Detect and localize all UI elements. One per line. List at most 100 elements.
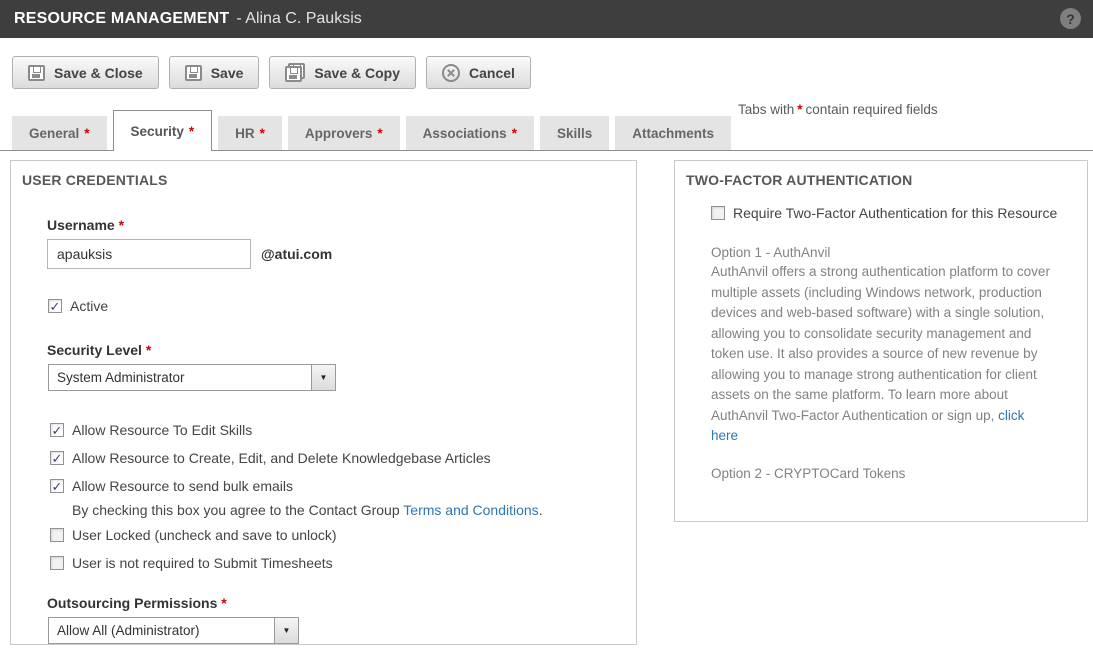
- tab-label: Approvers: [305, 126, 373, 141]
- option1-body-text: AuthAnvil offers a strong authentication…: [711, 264, 1050, 423]
- bulk-emails-label: Allow Resource to send bulk emails: [72, 477, 293, 496]
- required-asterisk: *: [119, 217, 124, 233]
- active-checkbox[interactable]: ✓: [48, 299, 62, 313]
- terms-note: By checking this box you agree to the Co…: [72, 502, 636, 518]
- save-and-close-label: Save & Close: [54, 65, 143, 81]
- checkmark-icon: ✓: [50, 300, 61, 313]
- edit-skills-label: Allow Resource To Edit Skills: [72, 421, 252, 440]
- chevron-down-icon: ▼: [320, 373, 328, 382]
- knowledgebase-label: Allow Resource to Create, Edit, and Dele…: [72, 449, 491, 468]
- option1-title: Option 1 - AuthAnvil: [711, 245, 1057, 260]
- save-and-copy-label: Save & Copy: [314, 65, 400, 81]
- user-credentials-panel: USER CREDENTIALS Username * @atui.com ✓ …: [10, 160, 637, 645]
- permissions-checkbox-group: ✓ Allow Resource To Edit Skills ✓ Allow …: [50, 421, 636, 573]
- username-label-text: Username: [47, 217, 115, 233]
- tab-general[interactable]: General *: [12, 116, 107, 151]
- email-domain-suffix: @atui.com: [261, 246, 332, 262]
- username-label: Username *: [47, 217, 636, 233]
- save-label: Save: [211, 65, 244, 81]
- chevron-down-icon: ▼: [283, 626, 291, 635]
- require-2fa-checkbox[interactable]: ✓: [711, 206, 725, 220]
- tab-associations[interactable]: Associations *: [406, 116, 534, 151]
- active-checkbox-row: ✓ Active: [48, 297, 636, 316]
- knowledgebase-checkbox-row: ✓ Allow Resource to Create, Edit, and De…: [50, 449, 636, 468]
- username-input[interactable]: [47, 239, 251, 269]
- outsourcing-label-text: Outsourcing Permissions: [47, 595, 217, 611]
- checkmark-icon: ✓: [52, 424, 63, 437]
- resource-management-window: RESOURCE MANAGEMENT - Alina C. Pauksis ?…: [0, 0, 1093, 657]
- dropdown-arrow-button[interactable]: ▼: [274, 618, 298, 643]
- tab-label: General: [29, 126, 79, 141]
- cancel-label: Cancel: [469, 65, 515, 81]
- checkmark-icon: ✓: [52, 452, 63, 465]
- save-and-close-button[interactable]: Save & Close: [12, 56, 159, 89]
- dropdown-arrow-button[interactable]: ▼: [311, 365, 335, 390]
- terms-note-prefix: By checking this box you agree to the Co…: [72, 502, 403, 518]
- tab-label: Associations: [423, 126, 507, 141]
- help-icon[interactable]: ?: [1060, 8, 1081, 29]
- bulk-emails-checkbox-row: ✓ Allow Resource to send bulk emails: [50, 477, 636, 496]
- option1-description: AuthAnvil offers a strong authentication…: [711, 262, 1053, 447]
- security-level-value: System Administrator: [49, 365, 311, 390]
- required-asterisk: *: [221, 595, 226, 611]
- required-asterisk: *: [377, 126, 382, 141]
- security-level-label-text: Security Level: [47, 342, 142, 358]
- save-copy-icon: [285, 63, 305, 82]
- required-asterisk: *: [189, 124, 194, 139]
- user-locked-label: User Locked (uncheck and save to unlock): [72, 526, 337, 545]
- required-asterisk: *: [84, 126, 89, 141]
- edit-skills-checkbox-row: ✓ Allow Resource To Edit Skills: [50, 421, 636, 440]
- outsourcing-permissions-label: Outsourcing Permissions *: [47, 595, 636, 611]
- cancel-button[interactable]: Cancel: [426, 56, 531, 89]
- save-icon: [185, 65, 202, 81]
- required-asterisk: *: [146, 342, 151, 358]
- cancel-icon: [442, 64, 460, 82]
- tab-attachments[interactable]: Attachments: [615, 116, 731, 151]
- option2-title: Option 2 - CRYPTOCard Tokens: [711, 466, 1057, 481]
- user-locked-checkbox[interactable]: ✓: [50, 528, 64, 542]
- tab-label: Security: [131, 124, 184, 139]
- page-subtitle: - Alina C. Pauksis: [236, 10, 361, 28]
- page-title: RESOURCE MANAGEMENT: [14, 10, 229, 28]
- security-level-select[interactable]: System Administrator ▼: [48, 364, 336, 391]
- tab-security[interactable]: Security *: [113, 110, 213, 151]
- title-bar: RESOURCE MANAGEMENT - Alina C. Pauksis ?: [0, 0, 1093, 38]
- tab-hr[interactable]: HR *: [218, 116, 282, 151]
- timesheets-checkbox[interactable]: ✓: [50, 556, 64, 570]
- tab-label: HR: [235, 126, 255, 141]
- outsourcing-permissions-value: Allow All (Administrator): [49, 618, 274, 643]
- save-button[interactable]: Save: [169, 56, 260, 89]
- require-2fa-label: Require Two-Factor Authentication for th…: [733, 205, 1057, 221]
- checkmark-icon: ✓: [52, 480, 63, 493]
- active-checkbox-label: Active: [70, 297, 108, 316]
- timesheets-checkbox-row: ✓ User is not required to Submit Timeshe…: [50, 554, 636, 573]
- user-credentials-title: USER CREDENTIALS: [22, 172, 636, 188]
- two-factor-authentication-panel: TWO-FACTOR AUTHENTICATION ✓ Require Two-…: [674, 160, 1088, 522]
- main-content: USER CREDENTIALS Username * @atui.com ✓ …: [0, 151, 1093, 657]
- required-asterisk: *: [260, 126, 265, 141]
- help-glyph: ?: [1066, 11, 1075, 27]
- outsourcing-permissions-select[interactable]: Allow All (Administrator) ▼: [48, 617, 299, 644]
- tab-label: Attachments: [632, 126, 714, 141]
- save-icon: [28, 65, 45, 81]
- user-locked-checkbox-row: ✓ User Locked (uncheck and save to unloc…: [50, 526, 636, 545]
- tab-skills[interactable]: Skills: [540, 116, 609, 151]
- bulk-emails-checkbox[interactable]: ✓: [50, 479, 64, 493]
- floppy-front: [285, 66, 302, 82]
- knowledgebase-checkbox[interactable]: ✓: [50, 451, 64, 465]
- tab-label: Skills: [557, 126, 592, 141]
- two-factor-title: TWO-FACTOR AUTHENTICATION: [686, 172, 1087, 188]
- tab-approvers[interactable]: Approvers *: [288, 116, 400, 151]
- timesheets-label: User is not required to Submit Timesheet…: [72, 554, 333, 573]
- terms-and-conditions-link[interactable]: Terms and Conditions: [403, 502, 538, 518]
- toolbar-buttons: Save & Close Save Save & Copy Cancel: [12, 56, 531, 89]
- save-and-copy-button[interactable]: Save & Copy: [269, 56, 416, 89]
- required-asterisk: *: [512, 126, 517, 141]
- terms-note-suffix: .: [539, 502, 543, 518]
- edit-skills-checkbox[interactable]: ✓: [50, 423, 64, 437]
- username-row: @atui.com: [47, 239, 636, 269]
- tab-bar: General * Security * HR * Approvers * Associ…: [0, 108, 1093, 151]
- security-level-label: Security Level *: [47, 342, 636, 358]
- toolbar: Save & Close Save Save & Copy Cancel Tab…: [0, 38, 1093, 108]
- require-2fa-checkbox-row: ✓ Require Two-Factor Authentication for …: [711, 203, 1059, 224]
